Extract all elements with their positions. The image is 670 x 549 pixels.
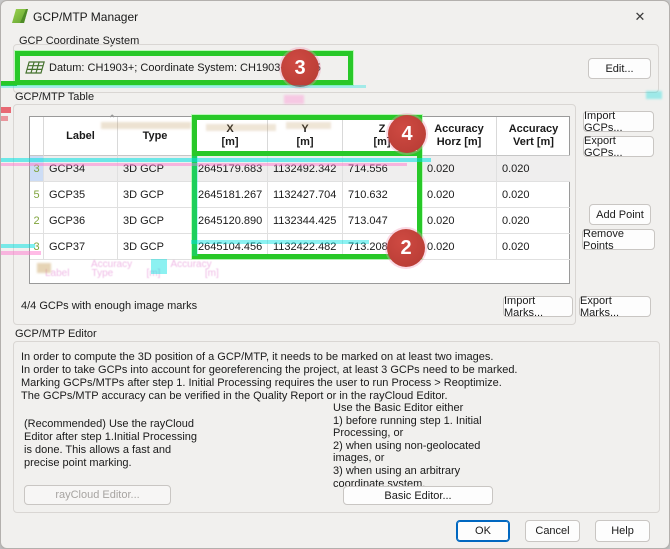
- table-group-label: GCP/MTP Table: [15, 91, 95, 103]
- table-cell-acc-vert[interactable]: 0.020: [497, 234, 570, 260]
- table-cell-marks[interactable]: 3: [30, 156, 44, 182]
- table-cell-type[interactable]: 3D GCP: [118, 182, 193, 208]
- editor-info-line: In order to take GCPs into account for g…: [21, 364, 518, 376]
- table-cell-y[interactable]: 1132344.425: [268, 208, 343, 234]
- editor-info-line: In order to compute the 3D position of a…: [21, 351, 494, 363]
- table-cell-marks[interactable]: 2: [30, 208, 44, 234]
- artifact-pink-smudge: [284, 95, 304, 104]
- table-cell-x[interactable]: 2645181.267: [193, 182, 268, 208]
- column-header-label-text: Label: [66, 129, 95, 142]
- table-cell-y[interactable]: 1132427.704: [268, 182, 343, 208]
- pix4d-logo-icon: [12, 9, 28, 23]
- edit-button[interactable]: Edit...: [588, 58, 651, 79]
- table-empty-area: [30, 260, 570, 283]
- column-header-acc-vert[interactable]: Accuracy Vert [m]: [497, 117, 570, 156]
- status-text: 4/4 GCPs with enough image marks: [21, 300, 198, 312]
- export-marks-button[interactable]: Export Marks...: [579, 295, 651, 319]
- table-cell-type[interactable]: 3D GCP: [118, 208, 193, 234]
- table-cell-z[interactable]: 710.632: [343, 182, 422, 208]
- table-cell-type[interactable]: 3D GCP: [118, 156, 193, 182]
- table-cell-acc-vert[interactable]: 0.020: [497, 156, 570, 182]
- table-cell-acc-vert[interactable]: 0.020: [497, 182, 570, 208]
- table-cell-x[interactable]: 2645120.890: [193, 208, 268, 234]
- raycloud-editor-button[interactable]: rayCloud Editor...: [24, 485, 171, 505]
- help-button[interactable]: Help: [595, 520, 650, 542]
- table-cell-acc-horz[interactable]: 0.020: [422, 182, 497, 208]
- add-point-button[interactable]: Add Point: [589, 204, 651, 225]
- table-cell-marks[interactable]: 3: [30, 234, 44, 260]
- table-cell-z[interactable]: 713.047: [343, 208, 422, 234]
- basic-editor-note: Use the Basic Editor either 1) before ru…: [333, 402, 482, 490]
- editor-group-label: GCP/MTP Editor: [15, 328, 97, 340]
- table-cell-y[interactable]: 1132422.482: [268, 234, 343, 260]
- table-cell-acc-vert[interactable]: 0.020: [497, 208, 570, 234]
- column-header-acc-horz[interactable]: Accuracy Horz [m]: [422, 117, 497, 156]
- close-icon[interactable]: ✕: [625, 7, 655, 27]
- column-header-marks[interactable]: [30, 117, 44, 156]
- table-cell-z[interactable]: 713.208: [343, 234, 422, 260]
- table-cell-label[interactable]: GCP35: [44, 182, 118, 208]
- window-title: GCP/MTP Manager: [33, 10, 139, 24]
- table-cell-acc-horz[interactable]: 0.020: [422, 156, 497, 182]
- table-cell-type[interactable]: 3D GCP: [118, 234, 193, 260]
- editor-info-line: The GCPs/MTP accuracy can be verified in…: [21, 390, 448, 402]
- title-bar: GCP/MTP Manager ✕: [1, 1, 669, 31]
- gcp-mtp-manager-dialog: GCP/MTP Manager ✕ GCP Coordinate System …: [0, 0, 670, 549]
- sort-indicator-icon: ⌃: [108, 114, 117, 125]
- import-marks-button[interactable]: Import Marks...: [503, 295, 573, 319]
- raycloud-note: (Recommended) Use the rayCloud Editor af…: [24, 418, 198, 469]
- cancel-button[interactable]: Cancel: [525, 520, 580, 542]
- column-header-y[interactable]: Y [m]: [268, 117, 343, 156]
- table-cell-marks[interactable]: 5: [30, 182, 44, 208]
- gcp-table: Label ⌃ Type X [m] Y [m] Z [m] Accuracy …: [29, 114, 570, 284]
- table-cell-acc-horz[interactable]: 0.020: [422, 208, 497, 234]
- import-gcps-button[interactable]: Import GCPs...: [583, 110, 654, 134]
- table-cell-x[interactable]: 2645104.456: [193, 234, 268, 260]
- column-header-type[interactable]: Type: [118, 117, 193, 156]
- table-cell-label[interactable]: GCP37: [44, 234, 118, 260]
- editor-info-line: Marking GCPs/MTPs after step 1. Initial …: [21, 377, 502, 389]
- column-header-z[interactable]: Z [m]: [343, 117, 422, 156]
- table-cell-y[interactable]: 1132492.342: [268, 156, 343, 182]
- remove-points-button[interactable]: Remove Points: [582, 228, 655, 252]
- export-gcps-button[interactable]: Export GCPs...: [583, 135, 654, 159]
- datum-text: Datum: CH1903+; Coordinate System: CH190…: [49, 62, 321, 74]
- artifact-red-mark: [1, 116, 8, 121]
- column-header-label[interactable]: Label ⌃: [44, 114, 118, 156]
- table-cell-label[interactable]: GCP34: [44, 156, 118, 182]
- datum-bar: Datum: CH1903+; Coordinate System: CH190…: [15, 51, 353, 85]
- column-header-x[interactable]: X [m]: [193, 117, 268, 156]
- coordinate-grid-icon: [25, 61, 45, 74]
- table-cell-acc-horz[interactable]: 0.020: [422, 234, 497, 260]
- ok-button[interactable]: OK: [456, 520, 510, 542]
- editor-info-text: In order to compute the 3D position of a…: [21, 351, 641, 403]
- table-cell-z[interactable]: 714.556: [343, 156, 422, 182]
- basic-editor-button[interactable]: Basic Editor...: [343, 486, 493, 505]
- table-cell-label[interactable]: GCP36: [44, 208, 118, 234]
- artifact-red-mark: [1, 107, 11, 113]
- table-cell-x[interactable]: 2645179.683: [193, 156, 268, 182]
